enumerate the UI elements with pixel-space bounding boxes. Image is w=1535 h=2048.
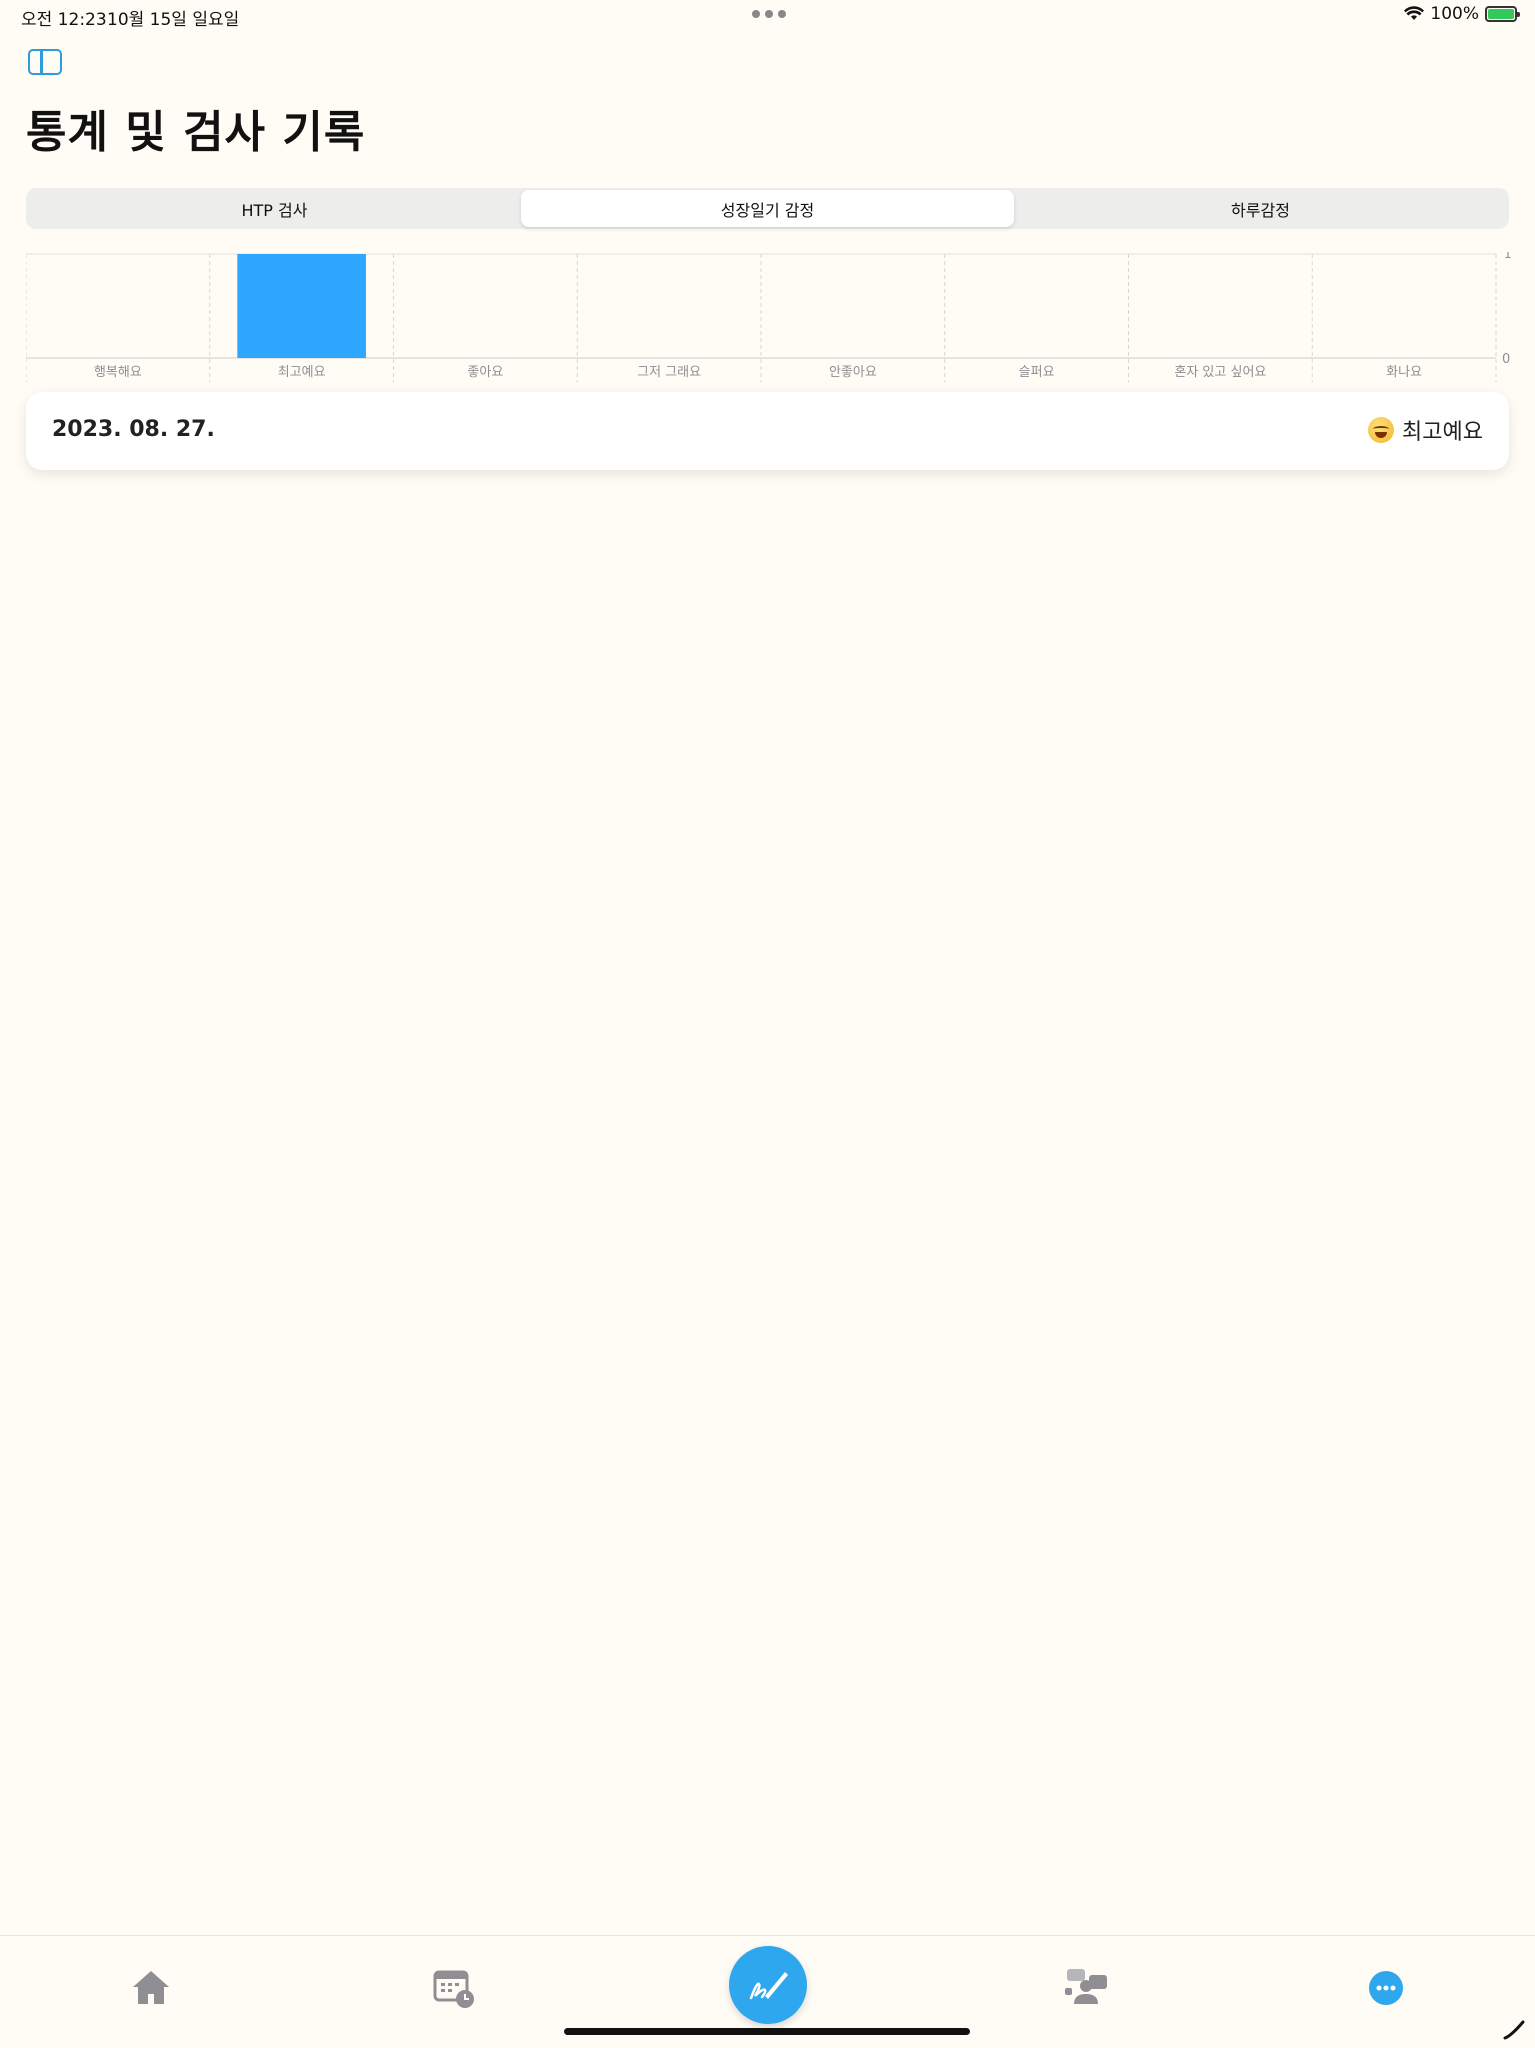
calendar-clock-icon[interactable] (432, 1966, 476, 2010)
x-tick-label: 좋아요 (467, 365, 503, 380)
battery-icon (1485, 6, 1520, 22)
x-tick-label: 슬퍼요 (1019, 365, 1055, 380)
pen-write-icon[interactable] (729, 1946, 807, 2024)
x-tick-label: 그저 그래요 (637, 365, 701, 380)
chart-y-labels: 10 (1502, 252, 1512, 367)
status-time: 오전 12:23 (21, 10, 107, 30)
chart-x-labels: 행복해요 최고예요 좋아요 그저 그래요 안좋아요 슬퍼요 혼자 있고 싶어요 화나요 (94, 364, 1422, 380)
home-indicator[interactable] (564, 2028, 970, 2035)
segment-growth-diary-emotion[interactable]: 성장일기 감정 (521, 190, 1014, 227)
x-tick-label: 안좋아요 (829, 365, 877, 380)
wifi-icon (1404, 6, 1425, 20)
segment-htp[interactable]: HTP 검사 (28, 190, 521, 227)
bar-1 (237, 254, 366, 358)
battery-percent: 100% (1430, 4, 1479, 24)
status-bar: 오전 12:23 10월 15일 일요일 100% (0, 0, 1535, 32)
counsel-icon[interactable] (1065, 1966, 1109, 2010)
emotion-bar-chart: 행복해요 최고예요 좋아요 그저 그래요 안좋아요 슬퍼요 혼자 있고 싶어요 화나요 10 (26, 252, 1512, 382)
status-right: 100% (1404, 4, 1520, 24)
x-tick-label: 행복해요 (94, 364, 142, 380)
y-tick-label: 0 (1502, 352, 1510, 367)
record-mood: 최고예요 (1368, 414, 1483, 446)
record-mood-label: 최고예요 (1402, 420, 1483, 445)
grinning-squinting-face-emoji-icon (1368, 417, 1395, 443)
record-date: 2023. 08. 27. (52, 417, 215, 442)
home-icon[interactable] (129, 1966, 173, 2010)
segmented-control: HTP 검사 성장일기 감정 하루감정 (26, 188, 1509, 229)
pencil-hover-icon (1503, 2020, 1525, 2040)
x-tick-label: 화나요 (1386, 365, 1422, 380)
page-title: 통계 및 검사 기록 (26, 107, 366, 158)
more-icon[interactable] (1369, 1971, 1403, 2005)
record-card[interactable]: 2023. 08. 27. 최고예요 (26, 392, 1509, 470)
multitasking-dots-icon[interactable] (752, 10, 786, 18)
x-tick-label: 최고예요 (278, 365, 326, 380)
segment-daily-emotion[interactable]: 하루감정 (1014, 190, 1507, 227)
x-tick-label: 혼자 있고 싶어요 (1174, 365, 1266, 380)
sidebar-icon[interactable] (28, 49, 62, 75)
chart-bars (237, 254, 366, 358)
status-date: 10월 15일 일요일 (107, 10, 240, 30)
y-tick-label: 1 (1504, 252, 1512, 261)
